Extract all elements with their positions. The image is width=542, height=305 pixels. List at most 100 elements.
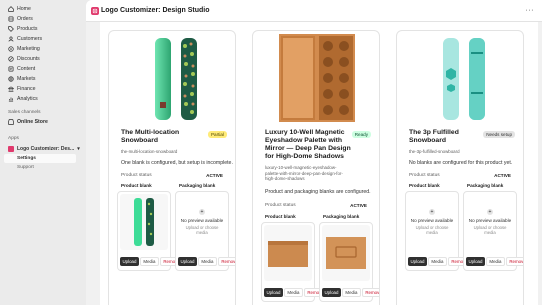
sidebar-item-settings[interactable]: Settings (4, 154, 76, 163)
product-card-multi-location: The Multi-location Snowboard Partial the… (108, 30, 236, 305)
sidebar-item-content[interactable]: Content (0, 64, 80, 74)
empty-preview: + No preview available Upload or choose … (410, 209, 454, 235)
sidebar-app-logo-customizer[interactable]: Logo Customizer: Des... ▾ (0, 143, 80, 154)
packaging-blank-label: Packaging blank (467, 183, 504, 188)
sidebar-app-label: Logo Customizer: Des... (17, 145, 75, 152)
sidebar-item-label: Discounts (17, 56, 40, 62)
sidebar-item-marketing[interactable]: Marketing (0, 44, 80, 54)
packaging-blank-card: + No preview available Upload or choose … (463, 191, 523, 271)
home-icon (8, 6, 14, 12)
upload-button[interactable]: Upload (264, 288, 283, 297)
sales-channels-label: Sales channels (8, 109, 41, 115)
blank-actions: Upload Media Remove (264, 288, 328, 297)
sidebar-item-products[interactable]: Products (0, 24, 80, 34)
store-icon (8, 119, 14, 125)
sidebar-item-label: Customers (17, 36, 43, 42)
remove-button[interactable]: Remove (217, 257, 235, 266)
packaging-blank-card: Upload Media Remove (319, 222, 379, 302)
sidebar-item-markets[interactable]: Markets (0, 74, 80, 84)
sidebar-item-customers[interactable]: Customers (0, 34, 80, 44)
product-status-row: Product status ACTIVE (409, 173, 511, 178)
status-badge: Ready (351, 131, 371, 138)
sidebar-item-label: Finance (17, 86, 36, 92)
product-blank-card: Upload Media Remove (117, 191, 184, 271)
sidebar-item-home[interactable]: Home (0, 4, 80, 14)
packaging-blank-card: + No preview available Upload or choose … (175, 191, 235, 271)
sidebar-item-orders[interactable]: Orders (0, 14, 80, 24)
product-handle: the-3p-fulfilled-snowboard (409, 149, 460, 154)
app-icon (8, 145, 14, 152)
discount-icon (8, 56, 14, 62)
remove-button[interactable]: Remove (505, 257, 523, 266)
blank-actions: Upload Media Remove (178, 257, 235, 266)
product-image (117, 32, 229, 124)
status-badge: Partial (207, 131, 227, 138)
product-handle: luxury-10-well-magnetic-eyeshadow- palet… (265, 165, 343, 181)
sidebar-item-label: Content (17, 66, 36, 72)
media-button[interactable]: Media (283, 288, 303, 297)
page-title: Logo Customizer: Design Studio (101, 7, 210, 14)
add-icon[interactable]: + (199, 209, 205, 215)
globe-icon (8, 76, 14, 82)
product-title[interactable]: Luxury 10-Well Magnetic Eyeshadow Palett… (265, 129, 351, 161)
sidebar-item-label: Markets (17, 76, 36, 82)
sidebar-item-label: Online Store (17, 119, 48, 125)
product-status-row: Product status ACTIVE (265, 203, 367, 208)
content-icon (8, 66, 14, 72)
target-icon (8, 46, 14, 52)
sidebar: Home Orders Products Customers Marketing Disc… (0, 0, 80, 305)
sidebar-item-support[interactable]: Support (0, 163, 80, 172)
orders-icon (8, 16, 14, 22)
sidebar-item-label: Orders (17, 16, 33, 22)
products-grid: The Multi-location Snowboard Partial the… (100, 22, 538, 305)
product-card-3p-fulfilled: The 3p Fulfilled Snowboard Needs setup t… (396, 30, 524, 305)
media-button[interactable]: Media (139, 257, 159, 266)
product-status-value: ACTIVE (494, 173, 511, 178)
media-button[interactable]: Media (427, 257, 447, 266)
product-image (405, 32, 517, 124)
media-button[interactable]: Media (197, 257, 217, 266)
product-description: One blank is configured, but setup is in… (121, 160, 233, 166)
app-logo-icon (91, 6, 99, 15)
product-status-row: Product status ACTIVE (121, 173, 223, 178)
product-blank-card: Upload Media Remove (261, 222, 328, 302)
blank-actions: Upload Media Remove (466, 257, 523, 266)
product-status-value: ACTIVE (350, 203, 367, 208)
sidebar-item-finance[interactable]: Finance (0, 84, 80, 94)
upload-button[interactable]: Upload (120, 257, 139, 266)
sidebar-item-analytics[interactable]: Analytics (0, 94, 80, 104)
add-icon[interactable]: + (487, 209, 493, 215)
sidebar-item-label: Home (17, 6, 31, 12)
product-handle: the-multi-location-snowboard (121, 149, 178, 154)
tag-icon (8, 26, 14, 32)
main-panel: Logo Customizer: Design Studio ··· The M… (86, 0, 542, 305)
empty-preview: + No preview available Upload or choose … (468, 209, 512, 235)
upload-button[interactable]: Upload (466, 257, 485, 266)
sidebar-item-discounts[interactable]: Discounts (0, 54, 80, 64)
product-status-value: ACTIVE (206, 173, 223, 178)
sidebar-item-online-store[interactable]: Online Store (0, 117, 80, 127)
upload-button[interactable]: Upload (322, 288, 341, 297)
upload-button[interactable]: Upload (408, 257, 427, 266)
bank-icon (8, 86, 14, 92)
apps-label: Apps (8, 135, 19, 141)
product-description: No blanks are configured for this produc… (409, 160, 513, 166)
empty-preview: + No preview available Upload or choose … (180, 209, 224, 235)
media-button[interactable]: Media (485, 257, 505, 266)
chevron-down-icon[interactable]: ▾ (77, 146, 80, 152)
upload-button[interactable]: Upload (178, 257, 197, 266)
product-blank-card: + No preview available Upload or choose … (405, 191, 472, 271)
product-title[interactable]: The 3p Fulfilled Snowboard (409, 129, 459, 145)
product-image (261, 32, 373, 124)
remove-button[interactable]: Remove (361, 288, 379, 297)
blank-actions: Upload Media Remove (408, 257, 472, 266)
product-blank-label: Product blank (409, 183, 440, 188)
add-icon[interactable]: + (429, 209, 435, 215)
media-button[interactable]: Media (341, 288, 361, 297)
product-description: Product and packaging blanks are configu… (265, 189, 371, 195)
product-title[interactable]: The Multi-location Snowboard (121, 129, 179, 145)
product-blank-label: Product blank (265, 214, 296, 219)
packaging-blank-label: Packaging blank (179, 183, 216, 188)
more-options-icon[interactable]: ··· (526, 7, 535, 14)
blank-actions: Upload Media Remove (120, 257, 184, 266)
